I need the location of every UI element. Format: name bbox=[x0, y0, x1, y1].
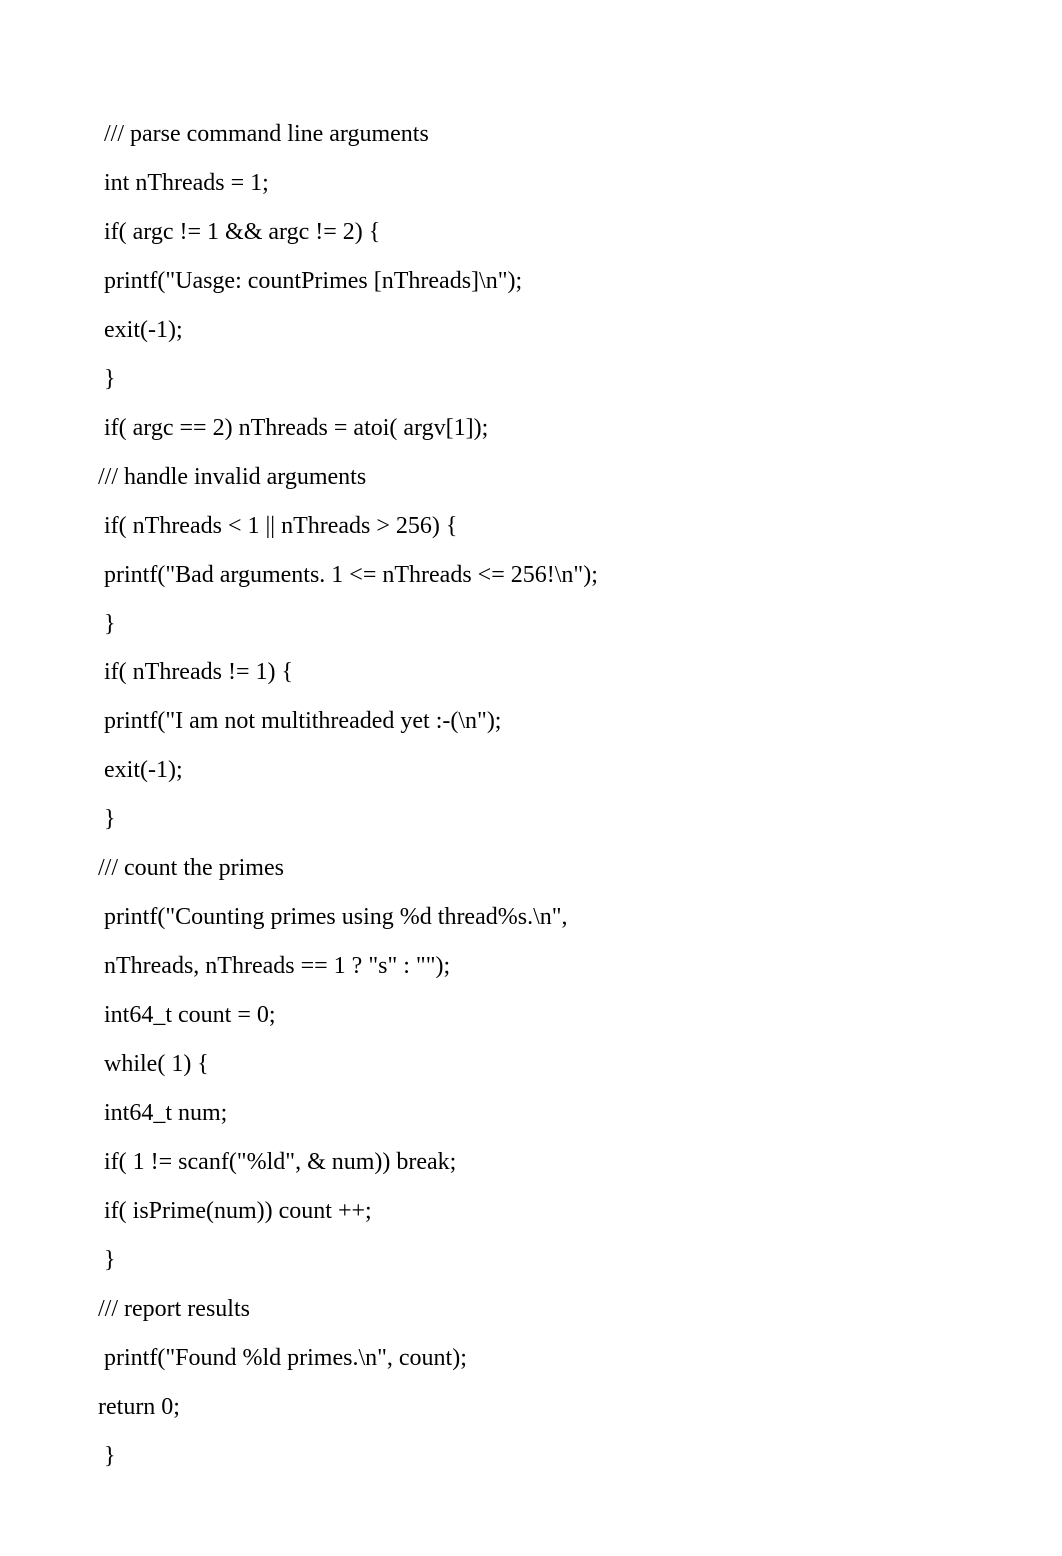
code-line: /// report results bbox=[98, 1285, 962, 1334]
code-line: if( 1 != scanf("%ld", & num)) break; bbox=[98, 1138, 962, 1187]
code-line: } bbox=[98, 1236, 962, 1285]
code-line: } bbox=[98, 1432, 962, 1481]
code-line: while( 1) { bbox=[98, 1040, 962, 1089]
code-line: /// count the primes bbox=[98, 844, 962, 893]
code-line: printf("Bad arguments. 1 <= nThreads <= … bbox=[98, 551, 962, 600]
code-document: /// parse command line arguments int nTh… bbox=[0, 0, 1062, 1556]
code-line: if( isPrime(num)) count ++; bbox=[98, 1187, 962, 1236]
code-line: int nThreads = 1; bbox=[98, 159, 962, 208]
code-line: if( argc == 2) nThreads = atoi( argv[1])… bbox=[98, 404, 962, 453]
code-line: exit(-1); bbox=[98, 746, 962, 795]
code-line: } bbox=[98, 795, 962, 844]
code-line: exit(-1); bbox=[98, 306, 962, 355]
code-line: nThreads, nThreads == 1 ? "s" : ""); bbox=[98, 942, 962, 991]
code-line: printf("Uasge: countPrimes [nThreads]\n"… bbox=[98, 257, 962, 306]
code-line: /// parse command line arguments bbox=[98, 110, 962, 159]
code-line: if( nThreads < 1 || nThreads > 256) { bbox=[98, 502, 962, 551]
code-line: int64_t count = 0; bbox=[98, 991, 962, 1040]
code-line: } bbox=[98, 600, 962, 649]
code-line: printf("Counting primes using %d thread%… bbox=[98, 893, 962, 942]
code-line: return 0; bbox=[98, 1383, 962, 1432]
code-line: if( argc != 1 && argc != 2) { bbox=[98, 208, 962, 257]
code-line: int64_t num; bbox=[98, 1089, 962, 1138]
code-line: printf("Found %ld primes.\n", count); bbox=[98, 1334, 962, 1383]
code-line: printf("I am not multithreaded yet :-(\n… bbox=[98, 697, 962, 746]
code-line: /// handle invalid arguments bbox=[98, 453, 962, 502]
code-line: } bbox=[98, 355, 962, 404]
code-line: if( nThreads != 1) { bbox=[98, 648, 962, 697]
